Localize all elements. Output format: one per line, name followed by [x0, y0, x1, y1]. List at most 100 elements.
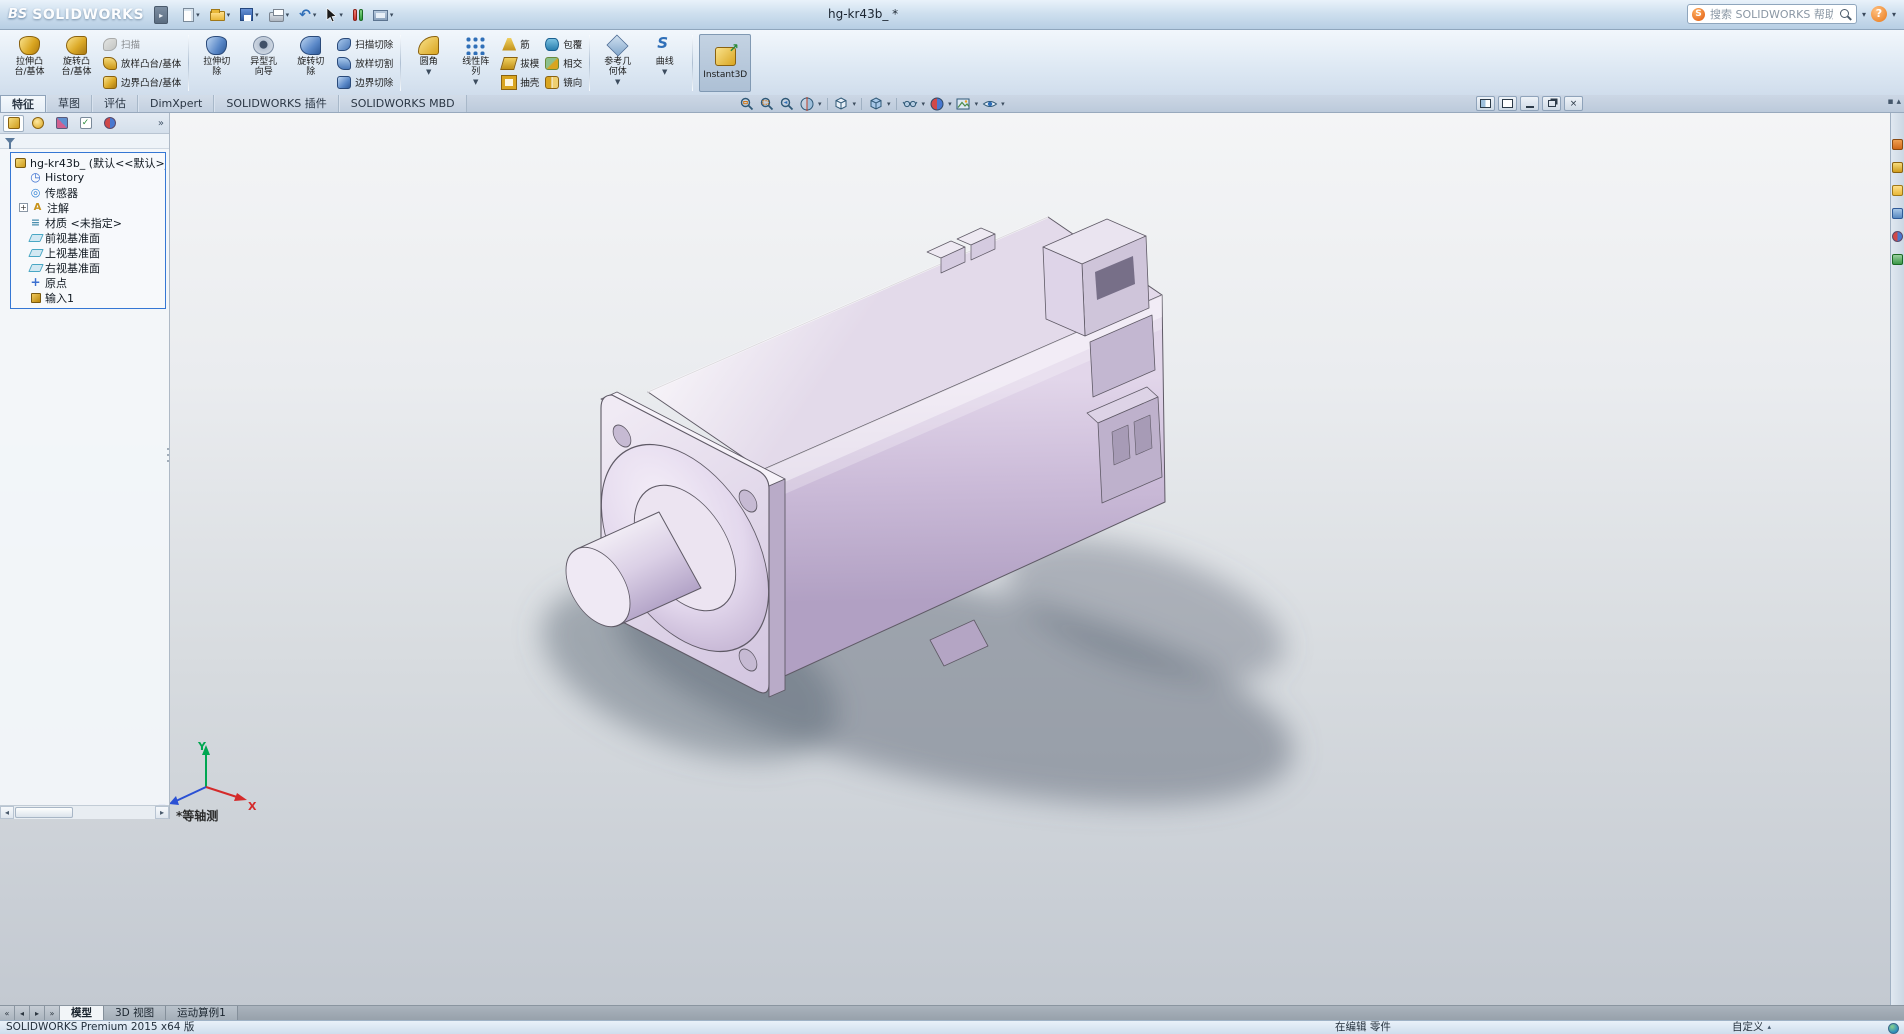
section-view-button[interactable] — [797, 96, 816, 112]
last-tab-button[interactable]: » — [45, 1006, 60, 1020]
draft-button[interactable]: 拔模 — [500, 55, 539, 72]
restore-document-button[interactable] — [1542, 96, 1561, 111]
tab-motion-study[interactable]: 运动算例1 — [166, 1006, 238, 1020]
close-document-button[interactable]: × — [1564, 96, 1583, 111]
graphics-area[interactable]: Y X Z *等轴测 ✓ » hg-kr43b_ (默认<< — [0, 113, 1904, 1005]
display-options-button[interactable]: ▾ — [370, 4, 397, 26]
tab-sketch[interactable]: 草图 — [46, 95, 92, 112]
custom-properties-icon[interactable] — [1892, 254, 1903, 265]
display-manager-tab[interactable] — [99, 115, 120, 132]
tab-addins[interactable]: SOLIDWORKS 插件 — [214, 95, 339, 112]
file-explorer-icon[interactable] — [1892, 185, 1903, 196]
customize-control[interactable]: 自定义 ▴ — [1732, 1021, 1771, 1034]
boundary-cut-button[interactable]: 边界切除 — [337, 74, 393, 91]
boundary-boss-button[interactable]: 边界凸台/基体 — [103, 74, 181, 91]
dropdown-caret-icon[interactable]: ▼ — [426, 69, 431, 76]
scroll-left-button[interactable]: ◂ — [0, 806, 14, 819]
tree-filter-bar[interactable] — [0, 134, 169, 149]
sweep-button[interactable]: 扫描 — [103, 36, 181, 53]
tree-item-right-plane[interactable]: 右视基准面 — [14, 260, 165, 275]
reference-geometry-button[interactable]: 参考几 何体 ▼ — [594, 32, 641, 94]
view-palette-icon[interactable] — [1892, 208, 1903, 219]
apply-scene-button[interactable] — [954, 96, 973, 112]
edit-appearance-button[interactable] — [927, 96, 946, 112]
select-button[interactable]: ▾ — [323, 4, 346, 26]
fillet-button[interactable]: 圆角 ▼ — [405, 32, 452, 94]
tab-dimxpert[interactable]: DimXpert — [138, 95, 215, 112]
view-orientation-button[interactable] — [832, 96, 851, 112]
tree-item-annotations[interactable]: + A 注解 — [14, 200, 165, 215]
open-button[interactable]: ▾ — [207, 4, 234, 26]
menu-expand-button[interactable]: ▸ — [154, 5, 169, 24]
extrude-boss-button[interactable]: 拉伸凸 台/基体 — [6, 32, 53, 94]
tree-root-item[interactable]: hg-kr43b_ (默认<<默认>_显示... — [14, 155, 165, 170]
dimxpert-manager-tab[interactable]: ✓ — [75, 115, 96, 132]
linear-pattern-button[interactable]: 线性阵列 ▼ — [452, 32, 499, 94]
tree-item-origin[interactable]: + 原点 — [14, 275, 165, 290]
help-button[interactable]: ? — [1870, 6, 1887, 22]
help-dropdown-caret[interactable]: ▾ — [1892, 10, 1896, 19]
new-document-button[interactable]: ▾ — [180, 4, 203, 26]
tree-item-material[interactable]: ≡ 材质 <未指定> — [14, 215, 165, 230]
pin-ribbon-button[interactable]: ▪ — [1887, 97, 1893, 107]
tab-mbd[interactable]: SOLIDWORKS MBD — [338, 95, 467, 112]
view-settings-button[interactable] — [980, 96, 999, 112]
dropdown-caret-icon[interactable]: ▾ — [975, 100, 979, 108]
next-tab-button[interactable]: ▸ — [30, 1006, 45, 1020]
property-manager-tab[interactable] — [27, 115, 48, 132]
viewport-layout-button[interactable] — [1476, 96, 1495, 111]
magnifier-icon[interactable] — [1838, 7, 1852, 21]
search-box[interactable]: S 搜索 SOLIDWORKS 帮助 — [1686, 4, 1857, 24]
scrollbar-thumb[interactable] — [15, 807, 73, 818]
mirror-button[interactable]: 镜向 — [545, 74, 582, 91]
rebuild-button[interactable] — [350, 4, 366, 26]
shell-button[interactable]: 抽壳 — [501, 74, 539, 91]
loft-cut-button[interactable]: 放样切割 — [337, 55, 393, 72]
zoom-to-area-button[interactable] — [757, 96, 776, 112]
tree-item-top-plane[interactable]: 上视基准面 — [14, 245, 165, 260]
tab-evaluate[interactable]: 评估 — [92, 95, 138, 112]
wrap-button[interactable]: 包覆 — [545, 36, 582, 53]
tab-model[interactable]: 模型 — [60, 1006, 104, 1020]
appearances-icon[interactable] — [1892, 231, 1903, 242]
design-library-icon[interactable] — [1892, 162, 1903, 173]
configuration-manager-tab[interactable] — [51, 115, 72, 132]
dropdown-caret-icon[interactable]: ▾ — [948, 100, 952, 108]
previous-view-button[interactable] — [777, 96, 796, 112]
extrude-cut-button[interactable]: 拉伸切除 — [193, 32, 240, 94]
feature-manager-tab[interactable] — [3, 114, 24, 132]
display-style-button[interactable] — [866, 96, 885, 112]
panel-splitter-grip[interactable] — [165, 448, 171, 462]
expand-icon[interactable]: + — [19, 203, 28, 212]
collapse-ribbon-button[interactable]: ▴ — [1896, 97, 1901, 107]
minimize-document-button[interactable] — [1520, 96, 1539, 111]
tree-item-history[interactable]: ◷ History — [14, 170, 165, 185]
dropdown-caret-icon[interactable]: ▾ — [853, 100, 857, 108]
viewport-single-button[interactable] — [1498, 96, 1517, 111]
search-placeholder[interactable]: 搜索 SOLIDWORKS 帮助 — [1710, 6, 1833, 22]
dropdown-caret-icon[interactable]: ▾ — [818, 100, 822, 108]
undo-button[interactable]: ↶ ▾ — [296, 4, 319, 26]
tree-item-sensors[interactable]: ◎ 传感器 — [14, 185, 165, 200]
rib-button[interactable]: 筋 — [502, 36, 539, 53]
hide-show-items-button[interactable] — [901, 96, 920, 112]
revolve-cut-button[interactable]: 旋转切除 — [287, 32, 334, 94]
status-globe-icon[interactable] — [1888, 1022, 1899, 1034]
hole-wizard-button[interactable]: 异型孔 向导 — [240, 32, 287, 94]
resources-icon[interactable] — [1892, 139, 1903, 150]
tab-features[interactable]: 特征 — [0, 95, 46, 112]
panel-tabs-overflow-button[interactable]: » — [158, 118, 166, 129]
dropdown-caret-icon[interactable]: ▼ — [473, 79, 478, 86]
save-button[interactable]: ▾ — [237, 4, 262, 26]
model-viewport-canvas[interactable]: Y X Z — [0, 113, 1904, 1005]
revolve-boss-button[interactable]: 旋转凸 台/基体 — [53, 32, 100, 94]
dropdown-caret-icon[interactable]: ▼ — [615, 79, 620, 86]
first-tab-button[interactable]: « — [0, 1006, 15, 1020]
prev-tab-button[interactable]: ◂ — [15, 1006, 30, 1020]
print-button[interactable]: ▾ — [266, 4, 293, 26]
dropdown-caret-icon[interactable]: ▾ — [887, 100, 891, 108]
scroll-right-button[interactable]: ▸ — [155, 806, 169, 819]
curves-button[interactable]: 曲线 ▼ — [641, 32, 688, 94]
intersect-button[interactable]: 相交 — [545, 55, 582, 72]
zoom-to-fit-button[interactable] — [737, 96, 756, 112]
